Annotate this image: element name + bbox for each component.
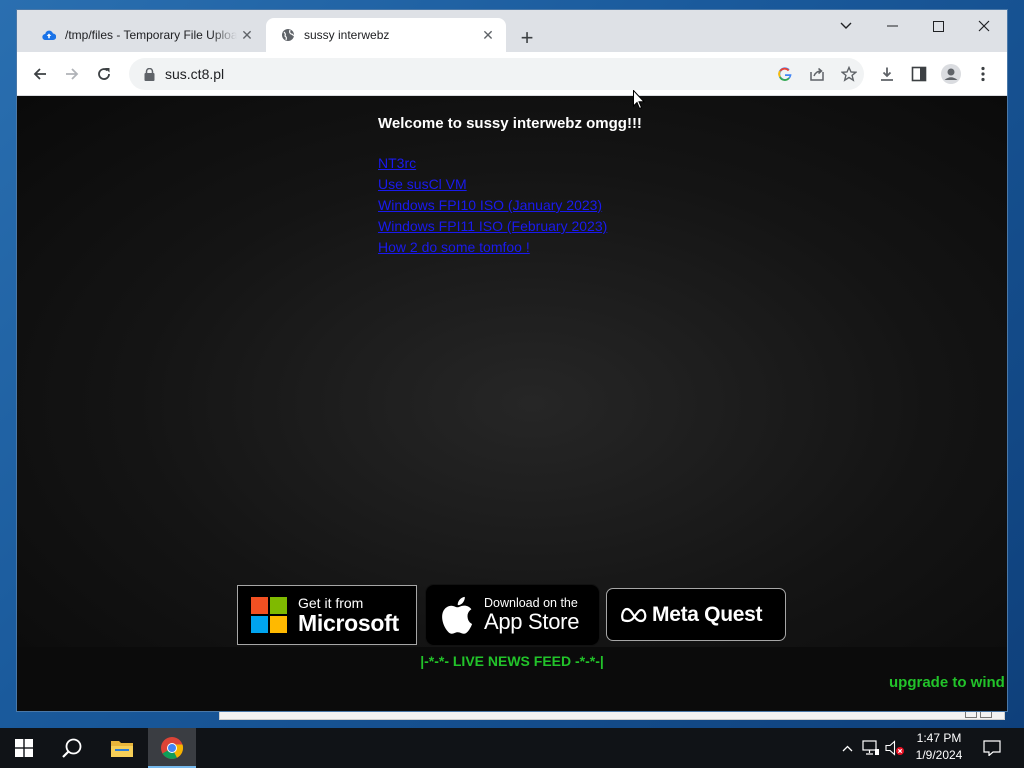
link-nt3rc[interactable]: NT3rc [378, 153, 607, 174]
page-heading: Welcome to sussy interwebz omgg!!! [378, 115, 642, 132]
microsoft-logo-icon [251, 597, 287, 633]
news-feed-bar: |-*-*- LIVE NEWS FEED -*-*-| upgrade to … [17, 647, 1007, 711]
chrome-icon [161, 737, 184, 759]
forward-arrow-icon[interactable] [58, 60, 86, 88]
reload-icon[interactable] [90, 60, 118, 88]
file-explorer-taskbar-button[interactable] [98, 728, 146, 768]
notifications-icon[interactable] [978, 728, 1006, 768]
clock-date: 1/9/2024 [915, 748, 963, 762]
profile-avatar-icon[interactable] [937, 60, 965, 88]
link-tomfoolery[interactable]: How 2 do some tomfoo ! [378, 237, 607, 258]
browser-window: /tmp/files - Temporary File Upload ✕ sus… [17, 10, 1007, 711]
windows-logo-icon [15, 739, 33, 757]
microsoft-store-badge[interactable]: Get it from Microsoft [237, 585, 417, 645]
badge-big-text: Meta Quest [652, 603, 763, 626]
address-bar[interactable]: sus.ct8.pl [129, 58, 864, 90]
link-windows-january[interactable]: Windows FPI10 ISO (January 2023) [378, 195, 607, 216]
network-icon[interactable] [860, 728, 882, 768]
share-icon[interactable] [803, 60, 831, 88]
link-windows-february[interactable]: Windows FPI11 ISO (February 2023) [378, 216, 607, 237]
link-list: NT3rc Use susCl VM Windows FPI10 ISO (Ja… [378, 153, 607, 258]
bookmark-star-icon[interactable] [835, 60, 863, 88]
url-text: sus.ct8.pl [165, 66, 225, 82]
chrome-taskbar-button[interactable] [148, 728, 196, 768]
side-panel-icon[interactable] [905, 60, 933, 88]
volume-muted-icon[interactable] [884, 728, 906, 768]
minimize-button[interactable] [869, 10, 915, 42]
tab-title: /tmp/files - Temporary File Upload [65, 28, 237, 42]
back-arrow-icon[interactable] [26, 60, 54, 88]
tab-sussy-interwebz[interactable]: sussy interwebz ✕ [266, 18, 506, 52]
tab-close-icon[interactable]: ✕ [478, 25, 498, 45]
link-vm[interactable]: Use susCl VM [378, 174, 607, 195]
tab-tmp-files[interactable]: /tmp/files - Temporary File Upload ✕ [27, 18, 265, 52]
tab-title: sussy interwebz [304, 28, 390, 42]
apple-logo-icon [438, 594, 474, 636]
meta-quest-badge[interactable]: Meta Quest [606, 588, 786, 641]
clock-time: 1:47 PM [916, 731, 962, 745]
download-icon[interactable] [873, 60, 901, 88]
browser-toolbar: sus.ct8.pl [17, 52, 1007, 96]
search-button[interactable] [48, 728, 96, 768]
tab-search-chevron-icon[interactable] [823, 10, 869, 42]
lock-icon[interactable] [141, 66, 157, 82]
tab-bar: /tmp/files - Temporary File Upload ✕ sus… [17, 10, 1007, 52]
mouse-cursor-icon [633, 89, 646, 110]
new-tab-button[interactable]: + [513, 24, 541, 52]
cloud-upload-icon [41, 27, 57, 43]
system-clock[interactable]: 1:47 PM 1/9/2024 [906, 730, 972, 764]
show-hidden-icons-chevron-icon[interactable] [838, 728, 856, 768]
news-feed-title: |-*-*- LIVE NEWS FEED -*-*-| [420, 653, 604, 669]
web-page-content: Welcome to sussy interwebz omgg!!! NT3rc… [17, 96, 1007, 711]
taskbar: 1:47 PM 1/9/2024 [0, 728, 1024, 768]
news-ticker-text: upgrade to wind [889, 674, 1005, 691]
close-window-button[interactable] [961, 10, 1007, 42]
badge-big-text: App Store [484, 609, 580, 635]
search-icon [62, 738, 82, 758]
app-store-badge[interactable]: Download on the App Store [425, 584, 600, 646]
folder-icon [111, 741, 133, 757]
meta-logo-icon [620, 607, 648, 623]
globe-icon [280, 27, 296, 43]
badge-small-text: Get it from [298, 594, 364, 611]
start-button[interactable] [0, 728, 48, 768]
maximize-button[interactable] [915, 10, 961, 42]
google-lens-icon[interactable] [771, 60, 799, 88]
more-menu-icon[interactable] [969, 60, 997, 88]
badge-small-text: Download on the [484, 595, 578, 610]
tab-close-icon[interactable]: ✕ [237, 25, 257, 45]
badge-big-text: Microsoft [298, 609, 399, 636]
